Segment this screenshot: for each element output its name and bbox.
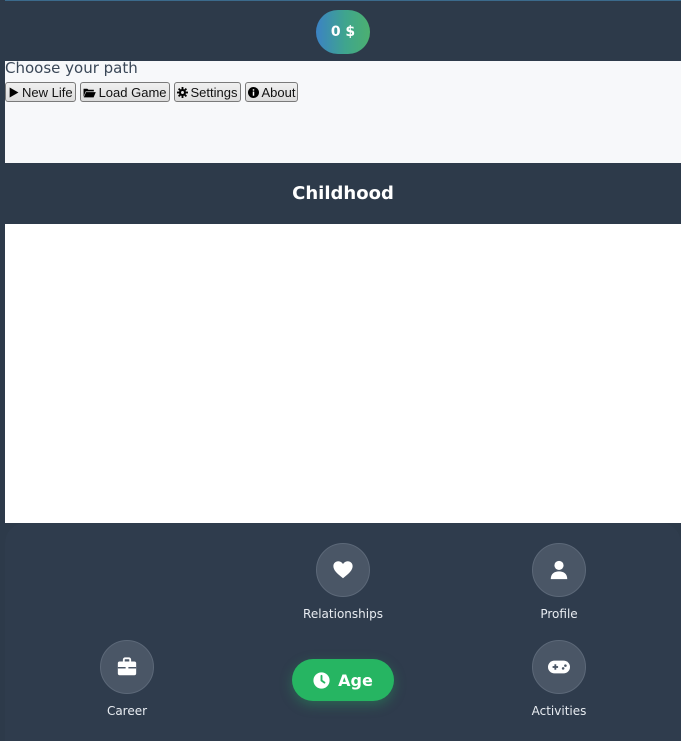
folder-open-icon <box>83 87 96 98</box>
load-game-label: Load Game <box>98 84 167 100</box>
about-label: About <box>261 84 296 100</box>
activities-label: Activities <box>531 704 587 718</box>
career-label: Career <box>106 704 148 718</box>
info-icon <box>247 86 259 98</box>
relationships-nav[interactable]: Relationships <box>293 543 393 621</box>
main-menu: Choose your path New Life Load Game Sett… <box>5 59 681 163</box>
about-button[interactable]: About <box>244 82 299 102</box>
user-icon <box>548 559 570 581</box>
bottom-nav: Relationships Profile Career Activities <box>5 523 681 741</box>
activities-button[interactable] <box>532 640 586 694</box>
profile-nav[interactable]: Profile <box>509 543 609 621</box>
profile-button[interactable] <box>532 543 586 597</box>
new-life-label: New Life <box>22 84 73 100</box>
settings-label: Settings <box>190 84 238 100</box>
play-icon <box>8 87 19 98</box>
top-bar: 0 $ <box>5 0 681 61</box>
relationships-button[interactable] <box>316 543 370 597</box>
heart-icon <box>332 559 354 581</box>
activities-nav[interactable]: Activities <box>509 640 609 718</box>
new-life-button[interactable]: New Life <box>5 82 76 102</box>
age-button[interactable]: Age <box>292 659 394 701</box>
age-label: Age <box>338 670 373 690</box>
life-stage-title: Childhood <box>5 163 681 224</box>
settings-button[interactable]: Settings <box>173 82 241 102</box>
profile-label: Profile <box>540 607 578 621</box>
menu-tagline: Choose your path <box>5 59 138 77</box>
clock-icon <box>313 671 330 689</box>
menu-buttons: New Life Load Game Settings About <box>5 82 299 102</box>
gamepad-icon <box>546 656 572 678</box>
event-log <box>5 224 681 523</box>
money-display: 0 $ <box>316 10 370 54</box>
load-game-button[interactable]: Load Game <box>79 82 170 102</box>
gear-icon <box>176 86 188 98</box>
briefcase-icon <box>116 656 138 678</box>
relationships-label: Relationships <box>303 607 383 621</box>
bottom-edge <box>0 741 681 748</box>
career-nav[interactable]: Career <box>77 640 177 718</box>
career-button[interactable] <box>100 640 154 694</box>
